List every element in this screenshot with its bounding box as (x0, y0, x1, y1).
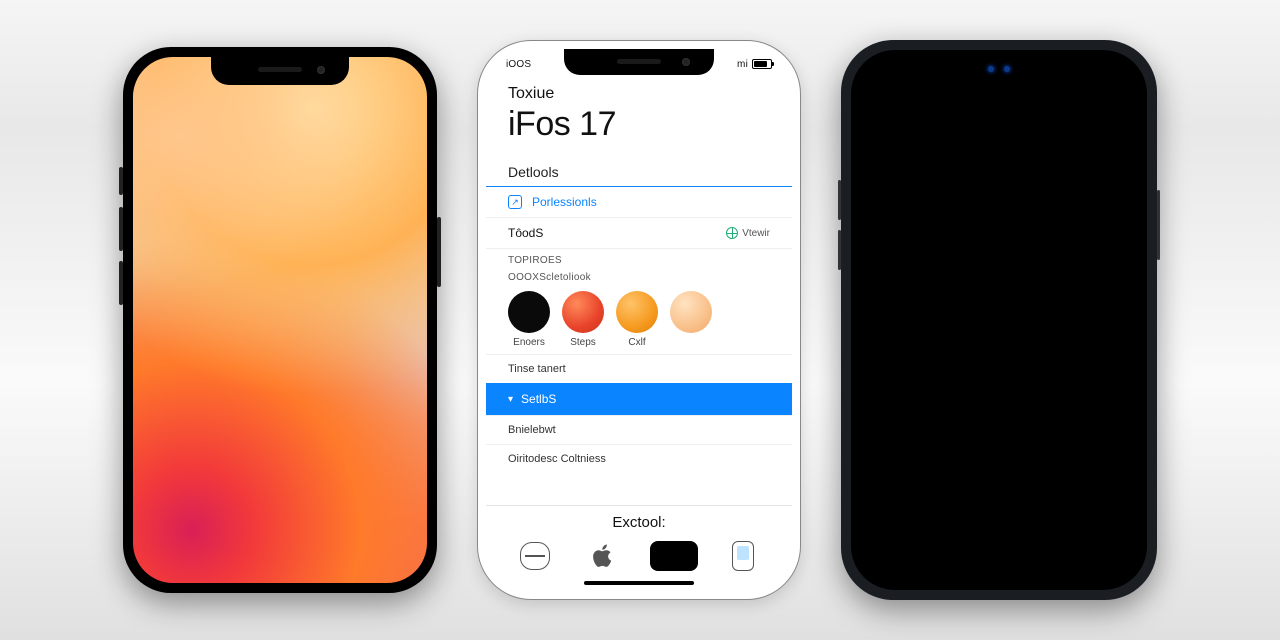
section-heading-details: Detlools (486, 154, 792, 187)
speaker-grille (617, 59, 661, 64)
page-title: iFos 17 (508, 105, 770, 144)
led-dot-icon (1004, 66, 1010, 72)
home-indicator[interactable] (584, 581, 694, 585)
globe-icon (726, 227, 738, 239)
swatch-black[interactable] (508, 291, 550, 333)
swatch-peach[interactable] (670, 291, 712, 333)
mute-switch (119, 167, 123, 195)
footer-label: Exctool: (486, 505, 792, 535)
row-professionals-label: Porlessionls (532, 195, 597, 209)
carrier-label: iOOS (506, 59, 531, 70)
header-eyebrow: Toxiue (508, 85, 770, 103)
swatch-orange[interactable] (616, 291, 658, 333)
blank-screen (851, 50, 1147, 590)
power-button (1157, 190, 1160, 260)
swatch-labels-row: Enoers Steps Cxlf (486, 337, 792, 354)
display-notch (211, 57, 349, 85)
front-camera (682, 58, 690, 66)
sensor-leds (988, 66, 1010, 72)
swatch-label-1: Enoers (508, 337, 550, 348)
row-professionals[interactable]: ↗ Porlessionls (486, 187, 792, 218)
page-header: Toxiue iFos 17 (486, 79, 792, 154)
color-swatch-row (486, 285, 792, 337)
battery-icon (752, 59, 772, 69)
section-heading-topiroes: TOPIROES (486, 249, 792, 268)
row-highlight-setlbs[interactable]: ▾ SetlbS (486, 383, 792, 415)
device-icon (732, 541, 754, 571)
section-subheading: OOOXScletoliook (486, 268, 792, 285)
volume-down-button (838, 230, 841, 270)
row-toods[interactable]: TôodS Vtewir (486, 218, 792, 249)
stack-icon (520, 542, 550, 570)
link-square-icon: ↗ (508, 195, 522, 209)
tab-stack[interactable] (511, 539, 559, 573)
volume-down-button (119, 261, 123, 305)
tab-device[interactable] (719, 539, 767, 573)
row-bnielebwt[interactable]: Bnielebwt (486, 415, 792, 444)
swatch-label-4 (670, 337, 712, 348)
led-dot-icon (988, 66, 994, 72)
power-button (437, 217, 441, 287)
row-oiritodesc[interactable]: Oiritodesc Coltniess (486, 444, 792, 473)
row-tinse[interactable]: Tinse tanert (486, 354, 792, 383)
row-toods-trail: Vtewir (742, 228, 770, 239)
phone-off-device (841, 40, 1157, 600)
apple-logo-icon (593, 543, 615, 569)
settings-screen: iOOS mi Toxiue iFos 17 Detlools ↗ Porles… (486, 49, 792, 591)
swatch-label-3: Cxlf (616, 337, 658, 348)
volume-up-button (838, 180, 841, 220)
swatch-red[interactable] (562, 291, 604, 333)
display-notch (564, 49, 714, 75)
tab-dark-pill[interactable] (650, 539, 698, 573)
phone-wallpaper-device (123, 47, 437, 593)
front-camera (317, 66, 325, 74)
volume-up-button (119, 207, 123, 251)
row-highlight-label: SetlbS (521, 392, 556, 406)
wallpaper-screen (133, 57, 427, 583)
dark-pill-icon (650, 541, 698, 571)
speaker-grille (258, 67, 302, 72)
swatch-label-2: Steps (562, 337, 604, 348)
caret-down-icon: ▾ (508, 394, 513, 405)
phone-settings-device: iOOS mi Toxiue iFos 17 Detlools ↗ Porles… (477, 40, 801, 600)
signal-label: mi (737, 59, 748, 70)
row-toods-label: TôodS (508, 226, 543, 240)
tab-apple[interactable] (580, 539, 628, 573)
